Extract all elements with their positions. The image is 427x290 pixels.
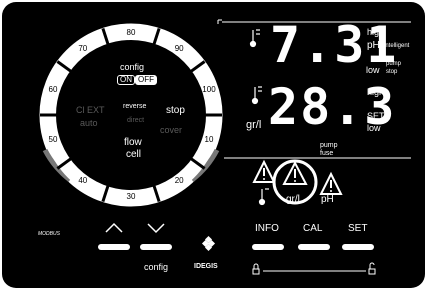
alarm-grl-label: gr/l [286,194,300,205]
warning-icon-center [282,160,308,185]
config-label: config [120,62,145,72]
ph-low-label: low [366,65,380,75]
cl-probe-icon [251,86,262,105]
dial-scale-number: 50 [48,135,58,145]
warning-icon-right [319,171,343,195]
cl-unit-label: gr/l [246,119,262,131]
dial-scale-number: 90 [174,43,184,53]
modbus-label: MODBUS [38,231,60,237]
ph-label: pH [367,40,380,51]
unlock-icon [368,262,376,275]
up-button[interactable] [98,244,130,250]
cl-pump-label: pump [320,142,338,149]
ph-pump-label: pump [386,61,402,67]
flow-label: flow [124,137,142,148]
dial-segment-ring [42,26,220,204]
cell-label: cell [126,149,142,160]
cl-ext-label: Cl EXT [76,105,105,115]
alarm-probe-icon [258,188,269,206]
down-button[interactable] [140,244,172,250]
info-button[interactable] [252,244,284,250]
reverse-label: reverse [123,103,147,110]
dial-scale-number: 20 [174,176,184,186]
alarm-ph-label: pH [321,194,334,205]
dial-scale-number: 10 [204,135,214,145]
warning-icon-left [252,159,276,183]
dial-scale-number: 80 [126,28,136,37]
dial-scale-number: 40 [78,176,88,186]
up-arrow-icon[interactable] [105,222,123,233]
off-label[interactable]: OFF [135,75,157,85]
cl-low-label: low [367,123,381,133]
set-label: SET [348,223,368,234]
on-label[interactable]: ON [117,75,135,85]
auto-label: auto [80,118,98,128]
cl-high-label: high [367,87,385,97]
info-label: INFO [255,223,279,234]
config-button-label: config [144,262,169,272]
cover-label: cover [160,125,183,135]
ph-high-label: high [367,27,385,37]
ph-probe-icon [249,29,260,48]
set-button[interactable] [342,244,374,250]
on-off-toggle[interactable]: ON OFF [117,75,157,85]
intelligent-label: intelligent [384,43,410,49]
cl-set-label: SET [367,111,385,121]
dial-scale-number: 30 [126,192,136,201]
ph-stop-label: stop [386,69,398,75]
cal-button[interactable] [298,244,330,250]
cl-fuse-label: fuse [320,150,334,157]
display-frame-corner [217,19,222,24]
dial-scale-number: 100 [202,84,216,94]
down-arrow-icon[interactable] [147,223,165,234]
cal-label: CAL [303,223,323,234]
stop-label: stop [166,105,185,116]
dial-scale-number: 60 [48,84,58,94]
direct-label: direct [127,117,145,124]
brand-logo [201,235,216,252]
dial-scale-number: 70 [78,43,88,53]
lock-icon [252,263,260,275]
brand-name: IDEGIS [194,263,218,270]
